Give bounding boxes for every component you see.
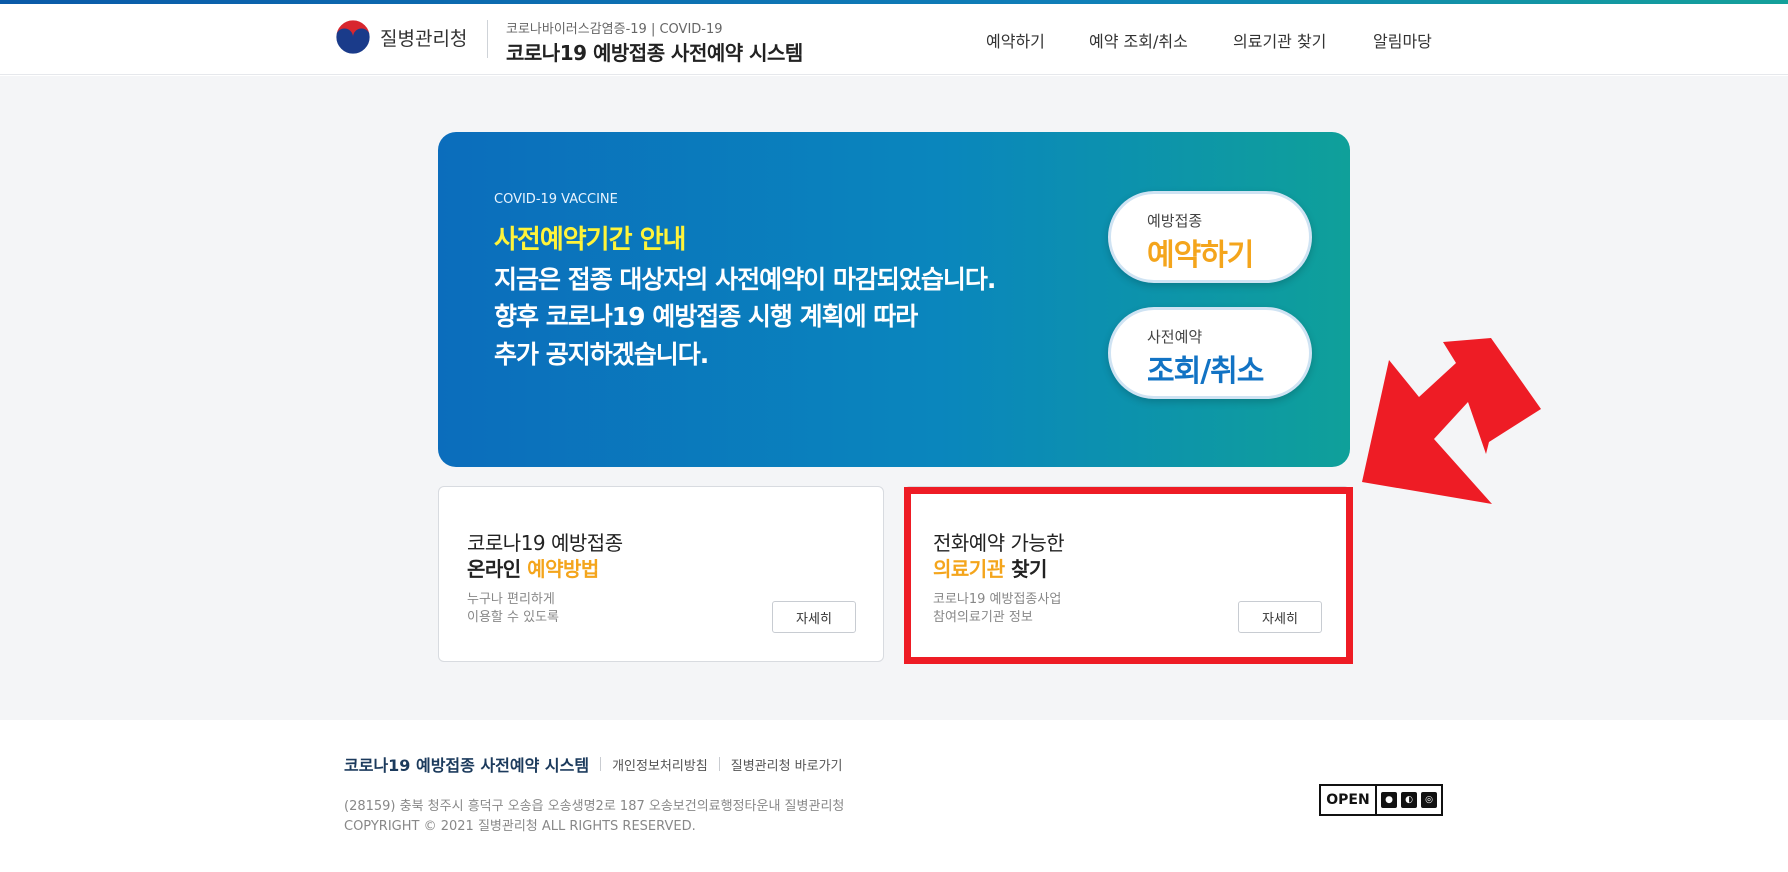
- lookup-button-label: 조회/취소: [1147, 354, 1264, 389]
- kdca-logo[interactable]: 질병관리청: [334, 18, 467, 56]
- reserve-button-caption: 예방접종: [1147, 212, 1203, 230]
- banner-line-1: 지금은 접종 대상자의 사전예약이 마감되었습니다.: [494, 265, 996, 294]
- card-description: 누구나 편리하게 이용할 수 있도록: [467, 591, 559, 627]
- open-license-badge[interactable]: OPEN ● ◐ ◎: [1319, 784, 1443, 816]
- annotation-arrow-icon: [1362, 338, 1541, 504]
- open-badge-icons: ● ◐ ◎: [1377, 786, 1441, 814]
- footer-separator: [600, 757, 602, 771]
- site-header: 질병관리청 코로나바이러스감염증-19 | COVID-19 코로나19 예방접…: [0, 4, 1788, 75]
- reservation-banner: COVID-19 VACCINE 사전예약기간 안내 지금은 접종 대상자의 사…: [438, 132, 1350, 467]
- header-divider: [487, 20, 488, 58]
- footer-links: 코로나19 예방접종 사전예약 시스템 개인정보처리방침 질병관리청 바로가기: [344, 752, 843, 776]
- kdca-shortcut-link[interactable]: 질병관리청 바로가기: [731, 755, 843, 774]
- details-button[interactable]: 자세히: [772, 601, 856, 633]
- nav-find-clinic[interactable]: 의료기관 찾기: [1233, 28, 1326, 52]
- reserve-button-label: 예약하기: [1147, 238, 1254, 273]
- banner-headline: 사전예약기간 안내: [494, 225, 686, 255]
- license-noderivs-icon: ◎: [1421, 792, 1437, 808]
- banner-line-3: 추가 공지하겠습니다.: [494, 340, 709, 369]
- footer-address: (28159) 충북 청주시 흥덕구 오송읍 오송생명2로 187 오송보건의료…: [344, 799, 845, 814]
- header-subtitle: 코로나바이러스감염증-19 | COVID-19: [506, 22, 723, 37]
- license-attribution-icon: ●: [1381, 792, 1397, 808]
- privacy-policy-link[interactable]: 개인정보처리방침: [612, 755, 708, 774]
- annotation-highlight-box: [904, 487, 1353, 664]
- site-title[interactable]: 코로나19 예방접종 사전예약 시스템: [506, 37, 803, 66]
- license-noncommercial-icon: ◐: [1401, 792, 1417, 808]
- reserve-button[interactable]: 예방접종 예약하기: [1108, 191, 1312, 283]
- banner-line-2: 향후 코로나19 예방접종 시행 계획에 따라: [494, 302, 918, 331]
- card-title-line1: 코로나19 예방접종: [467, 531, 623, 555]
- card-title-plain: 온라인: [467, 557, 528, 581]
- lookup-button-caption: 사전예약: [1147, 328, 1203, 346]
- nav-lookup-cancel[interactable]: 예약 조회/취소: [1089, 28, 1188, 52]
- banner-kicker: COVID-19 VACCINE: [494, 192, 618, 207]
- card-title-highlight: 예약방법: [527, 557, 599, 581]
- nav-notices[interactable]: 알림마당: [1373, 28, 1432, 52]
- open-badge-label: OPEN: [1321, 786, 1377, 814]
- card-title-line2: 온라인 예약방법: [467, 553, 599, 582]
- nav-reserve[interactable]: 예약하기: [986, 28, 1045, 52]
- footer-copyright: COPYRIGHT © 2021 질병관리청 ALL RIGHTS RESERV…: [344, 819, 696, 834]
- site-footer: 코로나19 예방접종 사전예약 시스템 개인정보처리방침 질병관리청 바로가기 …: [0, 720, 1788, 872]
- card-desc-line2: 이용할 수 있도록: [467, 610, 559, 625]
- logo-text: 질병관리청: [380, 27, 468, 50]
- taegeuk-icon: [335, 19, 371, 55]
- online-reservation-card[interactable]: 코로나19 예방접종 온라인 예약방법 누구나 편리하게 이용할 수 있도록 자…: [438, 486, 884, 662]
- footer-title[interactable]: 코로나19 예방접종 사전예약 시스템: [344, 752, 589, 776]
- card-desc-line1: 누구나 편리하게: [467, 592, 555, 607]
- lookup-cancel-button[interactable]: 사전예약 조회/취소: [1108, 307, 1312, 399]
- footer-separator: [718, 757, 720, 771]
